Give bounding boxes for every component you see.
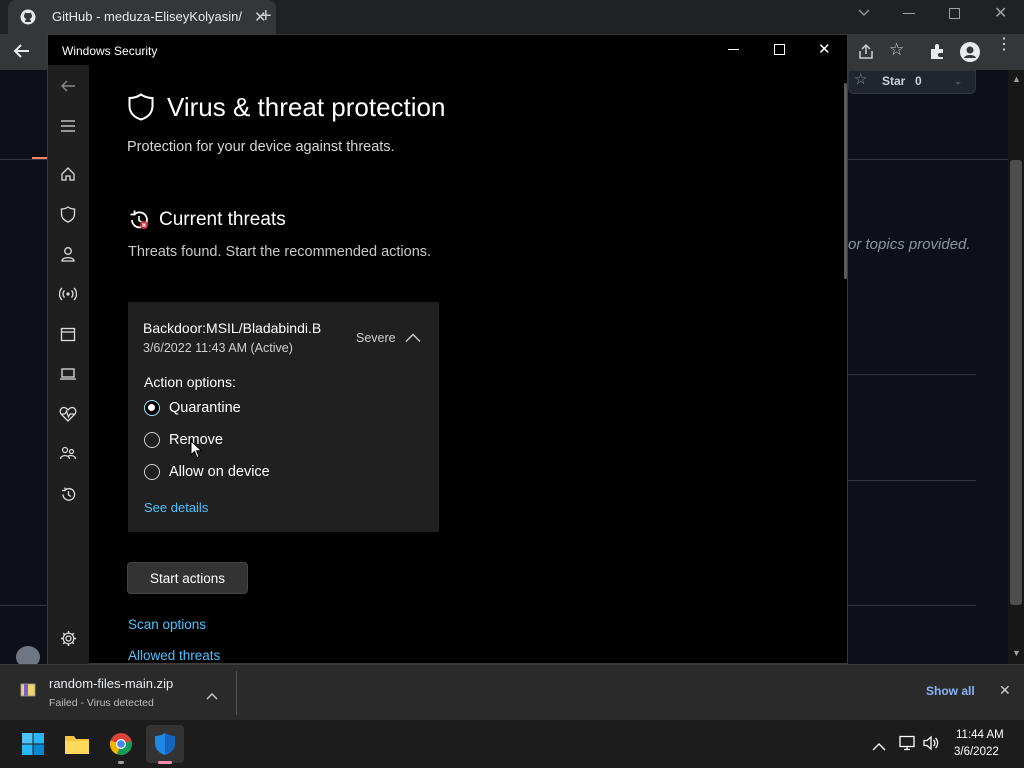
download-status: Failed - Virus detected — [49, 697, 154, 709]
laptop-icon[interactable] — [57, 363, 79, 385]
zip-file-icon — [19, 681, 37, 704]
mouse-cursor-icon — [190, 439, 203, 464]
active-indicator — [158, 761, 172, 764]
star-label: Star — [882, 74, 906, 88]
start-actions-button[interactable]: Start actions — [127, 562, 248, 594]
minimize-browser-icon[interactable] — [903, 13, 915, 14]
show-hidden-icons-icon[interactable] — [872, 738, 886, 756]
chrome-taskbar-icon[interactable] — [102, 725, 140, 764]
divider — [236, 671, 237, 715]
close-download-bar-icon[interactable]: ✕ — [999, 682, 1011, 699]
sidebar-nav — [48, 65, 89, 665]
star-count: 0 — [915, 74, 922, 88]
scroll-down-icon[interactable]: ▼ — [1012, 648, 1021, 658]
content-scrollbar[interactable] — [844, 83, 847, 279]
extensions-icon[interactable] — [929, 43, 946, 65]
new-tab-icon[interactable]: + — [260, 5, 272, 28]
about-text: or topics provided. — [848, 236, 971, 253]
threat-history-icon — [128, 209, 150, 236]
file-explorer-icon[interactable] — [58, 725, 96, 763]
bookmark-star-icon[interactable]: ☆ — [889, 40, 904, 60]
github-icon — [20, 9, 36, 30]
option-remove[interactable]: Remove — [144, 429, 223, 451]
window-titlebar[interactable]: Windows Security ✕ — [48, 35, 848, 65]
divider — [848, 605, 976, 606]
back-icon[interactable] — [57, 75, 79, 97]
divider — [0, 605, 48, 606]
star-button[interactable]: ☆ Star 0 — [848, 70, 976, 94]
scan-options-link[interactable]: Scan options — [128, 617, 206, 632]
allow-radio[interactable] — [144, 464, 160, 480]
quarantine-radio[interactable] — [144, 400, 160, 416]
hamburger-menu-icon[interactable] — [57, 115, 79, 137]
browser-tab[interactable]: GitHub - meduza-EliseyKolyasin/ ✕ — [8, 0, 276, 34]
scrollbar-thumb[interactable] — [1010, 160, 1022, 605]
quarantine-label: Quarantine — [169, 400, 241, 416]
page-subtitle: Protection for your device against threa… — [127, 139, 395, 155]
download-filename[interactable]: random-files-main.zip — [49, 676, 173, 691]
clock-date[interactable]: 3/6/2022 — [954, 746, 999, 758]
wireless-icon[interactable] — [57, 283, 79, 305]
see-details-link[interactable]: See details — [144, 500, 208, 515]
restore-browser-icon[interactable] — [949, 8, 960, 19]
browser-menu-icon[interactable]: ⋮ — [996, 37, 1012, 53]
browser-tab-title: GitHub - meduza-EliseyKolyasin/ — [52, 9, 242, 24]
allow-label: Allow on device — [169, 464, 270, 480]
minimize-icon[interactable] — [728, 49, 739, 50]
show-all-button[interactable]: Show all — [926, 684, 975, 698]
download-bar: random-files-main.zip Failed - Virus det… — [0, 664, 1024, 721]
chevron-up-icon[interactable] — [405, 330, 421, 348]
settings-gear-icon[interactable] — [57, 627, 79, 649]
allowed-threats-link[interactable]: Allowed threats — [128, 648, 220, 663]
clock-time[interactable]: 11:44 AM — [956, 729, 1004, 741]
running-indicator — [118, 761, 124, 764]
star-icon: ☆ — [854, 71, 868, 88]
window-title: Windows Security — [62, 44, 158, 58]
close-window-icon[interactable]: ✕ — [818, 40, 831, 58]
windows-security-taskbar-icon[interactable] — [146, 725, 184, 764]
download-options-chevron-icon[interactable] — [206, 687, 218, 705]
family-icon[interactable] — [57, 443, 79, 465]
option-allow-on-device[interactable]: Allow on device — [144, 461, 270, 483]
shield-icon[interactable] — [57, 203, 79, 225]
star-dropdown-icon[interactable] — [953, 75, 963, 93]
profile-icon[interactable] — [960, 42, 980, 67]
network-icon[interactable] — [898, 735, 916, 756]
remove-radio[interactable] — [144, 432, 160, 448]
page-title: Virus & threat protection — [167, 92, 446, 122]
tab-search-icon[interactable] — [858, 5, 870, 23]
history-icon[interactable] — [57, 483, 79, 505]
threat-datetime: 3/6/2022 11:43 AM (Active) — [143, 341, 293, 355]
action-options-label: Action options: — [144, 374, 236, 390]
browser-tab-bar: GitHub - meduza-EliseyKolyasin/ ✕ + ✕ — [0, 0, 1024, 34]
option-quarantine[interactable]: Quarantine — [144, 397, 241, 419]
scroll-up-icon[interactable]: ▲ — [1012, 74, 1021, 84]
app-browser-icon[interactable] — [57, 323, 79, 345]
home-icon[interactable] — [57, 163, 79, 185]
account-icon[interactable] — [57, 243, 79, 265]
volume-icon[interactable] — [922, 735, 940, 756]
maximize-icon[interactable] — [774, 44, 785, 55]
start-button[interactable] — [14, 725, 52, 763]
health-icon[interactable] — [57, 403, 79, 425]
windows-security-window: Windows Security ✕ Virus & threat protec… — [47, 34, 848, 665]
threat-name: Backdoor:MSIL/Bladabindi.B — [143, 320, 322, 336]
active-tab-underline — [32, 157, 48, 159]
divider — [848, 480, 976, 481]
threat-card: Backdoor:MSIL/Bladabindi.B 3/6/2022 11:4… — [128, 302, 439, 532]
shield-outline-icon — [128, 93, 154, 126]
close-browser-icon[interactable]: ✕ — [994, 3, 1007, 23]
current-threats-description: Threats found. Start the recommended act… — [128, 244, 432, 260]
current-threats-heading: Current threats — [159, 209, 286, 230]
back-arrow-icon[interactable] — [12, 41, 32, 66]
divider — [848, 374, 976, 375]
share-icon[interactable] — [857, 43, 875, 66]
taskbar: 11:44 AM 3/6/2022 — [0, 720, 1024, 768]
severity-label: Severe — [356, 331, 396, 345]
